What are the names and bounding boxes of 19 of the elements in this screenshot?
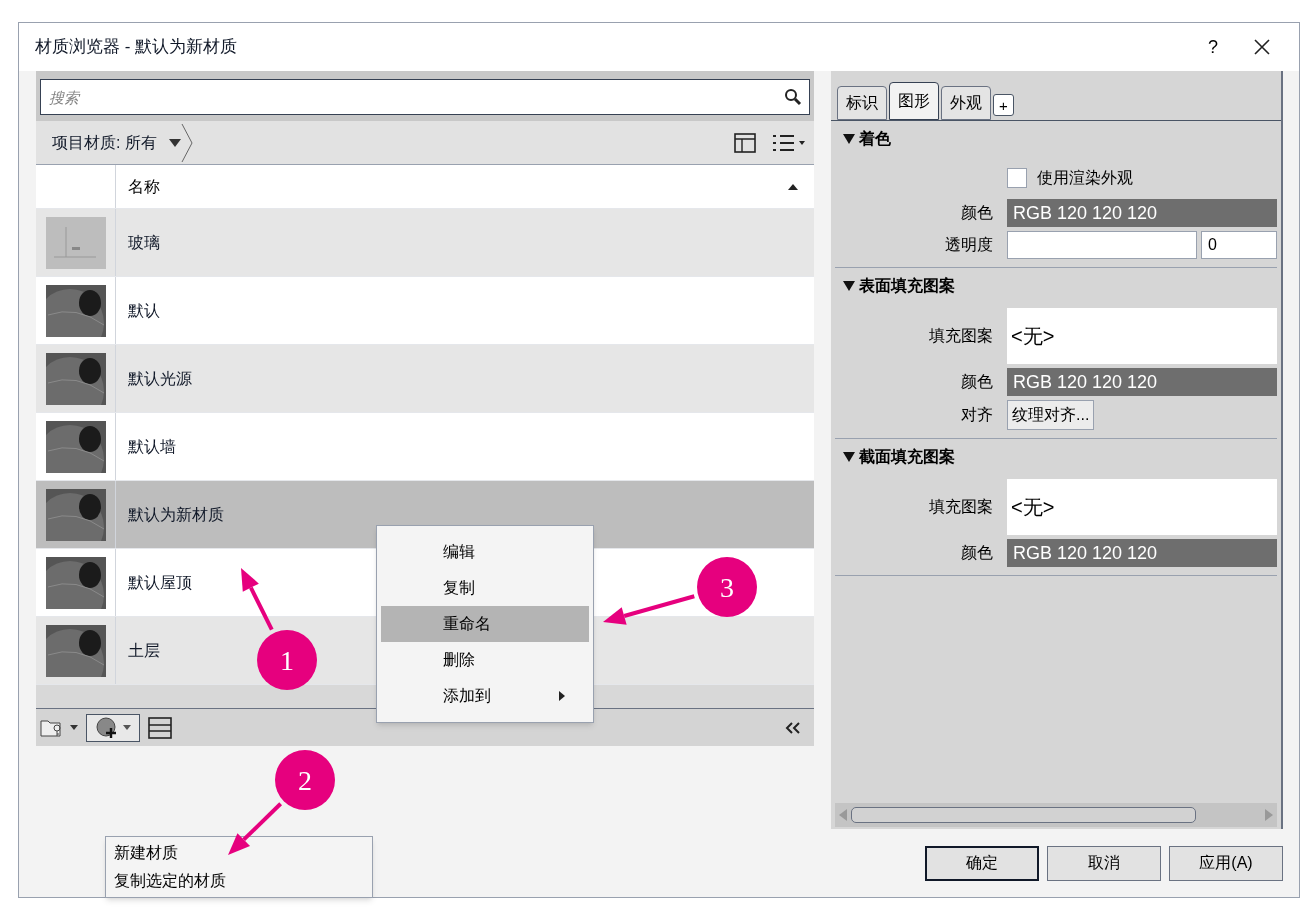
field-label: 颜色 bbox=[960, 372, 994, 392]
field-label: 颜色 bbox=[960, 203, 994, 223]
material-name: 土层 bbox=[127, 640, 160, 661]
material-name: 默认墙 bbox=[127, 436, 176, 457]
field-label: 对齐 bbox=[960, 405, 994, 425]
material-name: 默认屋顶 bbox=[127, 572, 192, 593]
field-label: 填充图案 bbox=[928, 326, 994, 346]
material-name: 默认光源 bbox=[127, 368, 192, 389]
callout-number: 2 bbox=[298, 765, 312, 796]
material-name: 玻璃 bbox=[127, 232, 160, 253]
field-label: 填充图案 bbox=[928, 497, 994, 517]
callout-number: 1 bbox=[280, 645, 294, 676]
material-name: 默认 bbox=[127, 300, 160, 321]
field-label: 颜色 bbox=[960, 543, 994, 563]
checkbox-label: 使用渲染外观 bbox=[1037, 168, 1133, 188]
window-title: 材质浏览器 - 默认为新材质 bbox=[35, 36, 238, 59]
field-label: 透明度 bbox=[944, 235, 994, 255]
callout-number: 3 bbox=[720, 572, 734, 603]
material-name: 默认为新材质 bbox=[127, 504, 224, 525]
